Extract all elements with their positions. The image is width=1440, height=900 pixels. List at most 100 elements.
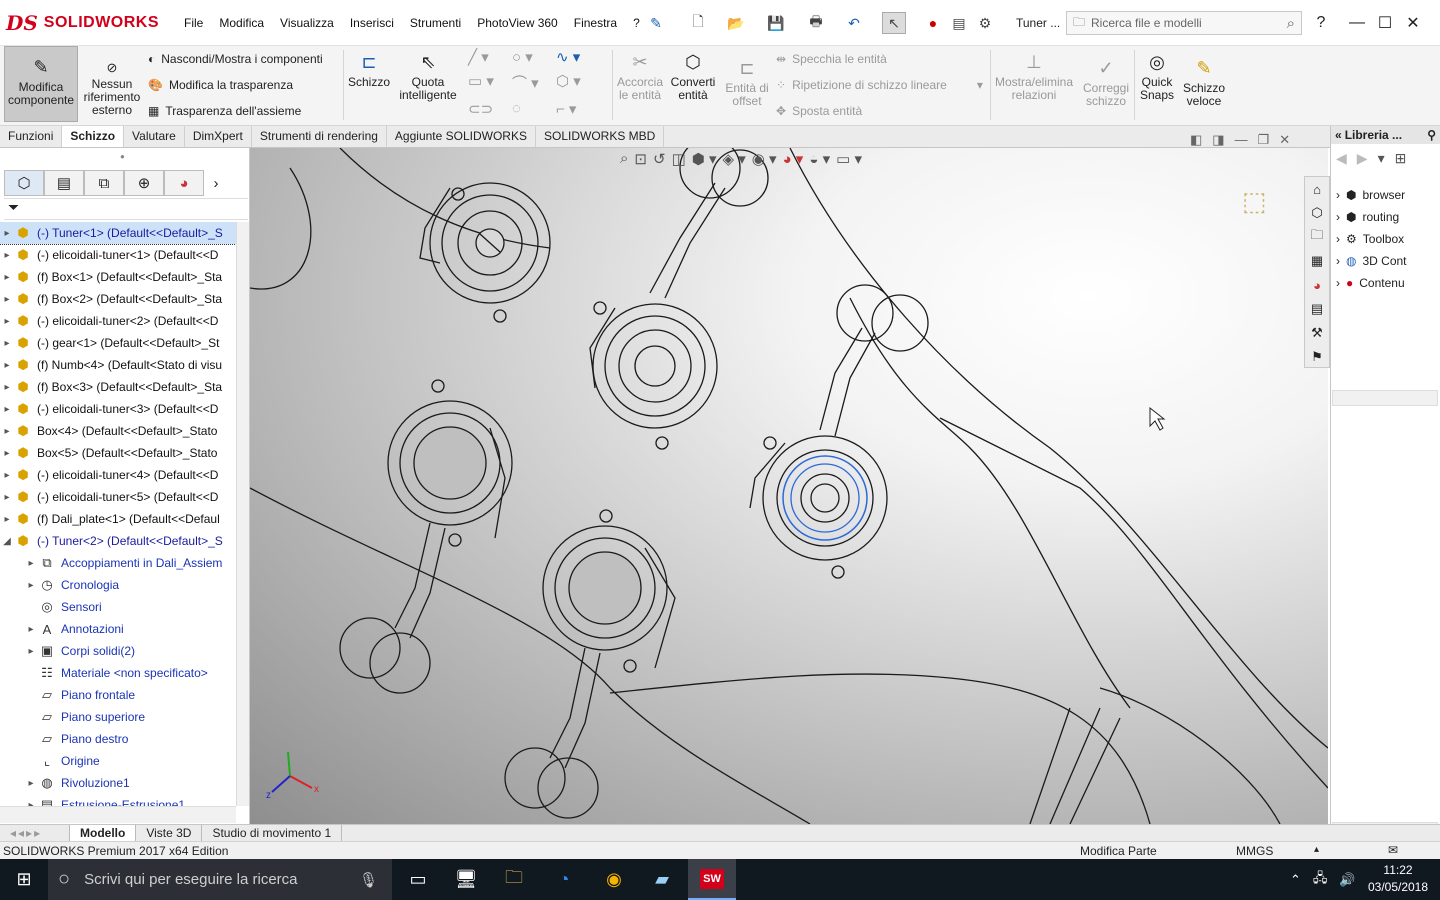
display-style-icon[interactable]: ◈ ▾ xyxy=(723,150,746,168)
tree-subitem[interactable]: ▸ ⧉ Accoppiamenti in Dali_Assiem xyxy=(0,552,236,574)
tree-subitem[interactable]: ⌞ Origine xyxy=(0,750,236,772)
status-tooltip-icon[interactable]: ✉ xyxy=(1388,843,1398,857)
network-icon[interactable]: 🖧 xyxy=(1313,869,1328,891)
solidworks-logo[interactable]: DS SOLIDWORKS xyxy=(6,8,159,38)
tab-studio-movimento[interactable]: Studio di movimento 1 xyxy=(202,824,343,842)
expand-arrow-icon[interactable]: ▸ xyxy=(0,228,14,239)
solidworks-taskbar-icon[interactable]: SW xyxy=(688,859,736,900)
expand-arrow-icon[interactable]: ▸ xyxy=(0,316,14,327)
microphone-icon[interactable]: 🎙 xyxy=(359,871,378,889)
tree-subitem[interactable]: ◎ Sensori xyxy=(0,596,236,618)
expand-arrow-icon[interactable]: ▸ xyxy=(0,272,14,283)
rebuild-icon[interactable]: ● xyxy=(922,12,944,34)
open-icon[interactable]: 📂 xyxy=(724,12,748,34)
menu-help[interactable]: ? xyxy=(625,14,648,32)
quick-snaps-button[interactable]: ◎ Quick Snaps xyxy=(1136,50,1178,102)
nessun-riferimento-button[interactable]: ⊘ Nessun riferimento esterno xyxy=(82,58,142,117)
fillet-icon[interactable]: ◌ xyxy=(512,100,556,118)
tree-subitem[interactable]: ▸ ▤ Estrusione-Estrusione1 xyxy=(0,794,236,806)
tree-item[interactable]: ▸ ⬢ Box<4> (Default<<Default>_Stato xyxy=(0,420,236,442)
tree-subitem[interactable]: ▱ Piano destro xyxy=(0,728,236,750)
tab-mbd[interactable]: SOLIDWORKS MBD xyxy=(536,126,665,147)
expand-arrow-icon[interactable]: ▸ xyxy=(0,470,14,481)
tab-aggiunte[interactable]: Aggiunte SOLIDWORKS xyxy=(387,126,536,147)
correggi-schizzo-button[interactable]: ✓ Correggi schizzo xyxy=(1080,56,1132,108)
tab-dimxpert[interactable]: DimXpert xyxy=(185,126,252,147)
menu-modifica[interactable]: Modifica xyxy=(211,14,272,32)
property-manager-tab-icon[interactable]: ▤ xyxy=(44,170,84,196)
hide-show-items-icon[interactable]: ◉ ▾ xyxy=(752,150,777,168)
expand-arrow-icon[interactable]: ▸ xyxy=(24,646,38,657)
expand-arrow-icon[interactable]: ▸ xyxy=(0,294,14,305)
edit-appearance-icon[interactable]: ◕ ▾ xyxy=(783,150,804,168)
back-icon[interactable]: ◀ xyxy=(1336,150,1347,167)
tree-item[interactable]: ▸ ⬢ (f) Box<1> (Default<<Default>_Sta xyxy=(0,266,236,288)
zoom-to-fit-icon[interactable]: ⌕ xyxy=(620,150,628,168)
quota-intelligente-button[interactable]: ⇖ Quota intelligente xyxy=(396,50,460,102)
feature-manager-tab-icon[interactable]: ⬡ xyxy=(4,170,44,196)
menu-photoview[interactable]: PhotoView 360 xyxy=(469,14,566,32)
tree-item[interactable]: ▸ ⬢ (-) elicoidali-tuner<3> (Default<<D xyxy=(0,398,236,420)
expand-arrow-icon[interactable]: ▸ xyxy=(24,558,38,569)
tab-strumenti-rendering[interactable]: Strumenti di rendering xyxy=(252,126,387,147)
tree-subitem[interactable]: ▸ ◷ Cronologia xyxy=(0,574,236,596)
expand-arrow-icon[interactable]: ▸ xyxy=(0,492,14,503)
design-library-icon[interactable]: ⬡ xyxy=(1305,201,1329,225)
view-palette-icon[interactable]: ▦ xyxy=(1305,249,1329,273)
modifica-trasparenza-button[interactable]: 🎨 Modifica la trasparenza xyxy=(148,74,323,96)
pc-app-icon[interactable]: 🖥 xyxy=(442,859,490,900)
solidworks-resources-icon[interactable]: ⚑ xyxy=(1305,345,1329,369)
pin-icon[interactable]: ✎ xyxy=(646,12,666,34)
apply-scene-icon[interactable]: ◒ ▾ xyxy=(809,150,830,168)
view-cube-icon[interactable]: ⬚ xyxy=(1242,186,1267,217)
file-properties-icon[interactable]: ▤ xyxy=(948,12,970,34)
viewport-restore-icon[interactable]: ❐ xyxy=(1258,132,1270,148)
search-box[interactable]: 🗀 Ricerca file e modelli ⌕ xyxy=(1066,11,1302,35)
tree-item[interactable]: ▸ ⬢ (-) elicoidali-tuner<5> (Default<<D xyxy=(0,486,236,508)
expand-arrow-icon[interactable]: ▸ xyxy=(0,426,14,437)
previous-view-icon[interactable]: ↺ xyxy=(653,150,666,168)
library-item[interactable]: › ◍ 3D Cont xyxy=(1336,250,1440,272)
menu-inserisci[interactable]: Inserisci xyxy=(342,14,402,32)
expand-arrow-icon[interactable]: ▸ xyxy=(0,514,14,525)
tree-subitem[interactable]: ▸ ◍ Rivoluzione1 xyxy=(0,772,236,794)
configuration-manager-tab-icon[interactable]: ⧉ xyxy=(84,170,124,196)
volume-icon[interactable]: 🔊 xyxy=(1339,872,1355,888)
trasparenza-assieme-button[interactable]: ▦ Trasparenza dell'assieme xyxy=(148,100,323,122)
expand-arrow-icon[interactable]: ▸ xyxy=(0,338,14,349)
chevron-down-icon[interactable]: ▾ xyxy=(1378,150,1385,167)
slot-straight-icon[interactable]: ⊂⊃ xyxy=(468,100,512,118)
print-icon[interactable]: 🖶 xyxy=(804,12,828,34)
tree-item[interactable]: ▸ ⬢ (f) Dali_plate<1> (Default<<Defaul xyxy=(0,508,236,530)
tree-subitem[interactable]: ☷ Materiale <non specificato> xyxy=(0,662,236,684)
notes-app-icon[interactable]: ▰ xyxy=(638,859,686,900)
save-icon[interactable]: 💾 xyxy=(764,12,788,34)
viewport-close-icon[interactable]: ✕ xyxy=(1279,132,1290,148)
tree-subitem[interactable]: ▸ A Annotazioni xyxy=(0,618,236,640)
library-item[interactable]: › ⚙ Toolbox xyxy=(1336,228,1440,250)
viewport-minimize-icon[interactable]: — xyxy=(1235,132,1248,148)
search-icon[interactable]: ⌕ xyxy=(1287,15,1295,32)
forum-icon[interactable]: ⚒ xyxy=(1305,321,1329,345)
menu-finestra[interactable]: Finestra xyxy=(566,14,625,32)
tree-vertical-scrollbar[interactable] xyxy=(236,222,249,806)
tray-chevron-icon[interactable]: ⌃ xyxy=(1290,872,1301,888)
add-library-icon[interactable]: ⊞ xyxy=(1395,150,1407,167)
tree-item[interactable]: ▸ ⬢ Box<5> (Default<<Default>_Stato xyxy=(0,442,236,464)
viewport-split2-icon[interactable]: ◨ xyxy=(1212,132,1224,148)
windows-start-icon[interactable]: ⊞ xyxy=(0,859,48,900)
menu-visualizza[interactable]: Visualizza xyxy=(272,14,342,32)
tree-item[interactable]: ▸ ⬢ (f) Box<2> (Default<<Default>_Sta xyxy=(0,288,236,310)
library-top-scrollbar[interactable] xyxy=(1332,390,1438,406)
chrome-icon[interactable]: ◉ xyxy=(590,859,638,900)
expand-arrow-icon[interactable]: ▸ xyxy=(24,624,38,635)
viewport-split-icon[interactable]: ◧ xyxy=(1190,132,1202,148)
tab-funzioni[interactable]: Funzioni xyxy=(0,126,63,147)
polygon-icon[interactable]: ⬡ ▾ xyxy=(556,72,600,93)
ripetizione-lineare-button[interactable]: ⁘ Ripetizione di schizzo lineare ▾ xyxy=(776,74,983,96)
slot-icon[interactable]: ⌒ ▾ xyxy=(512,72,556,93)
file-explorer-taskbar-icon[interactable]: 🗀 xyxy=(490,859,538,900)
forward-icon[interactable]: ▶ xyxy=(1357,150,1368,167)
rectangle-icon[interactable]: ▭ ▾ xyxy=(468,72,512,93)
taskbar-search[interactable]: ○ Scrivi qui per eseguire la ricerca 🎙 xyxy=(48,859,392,900)
